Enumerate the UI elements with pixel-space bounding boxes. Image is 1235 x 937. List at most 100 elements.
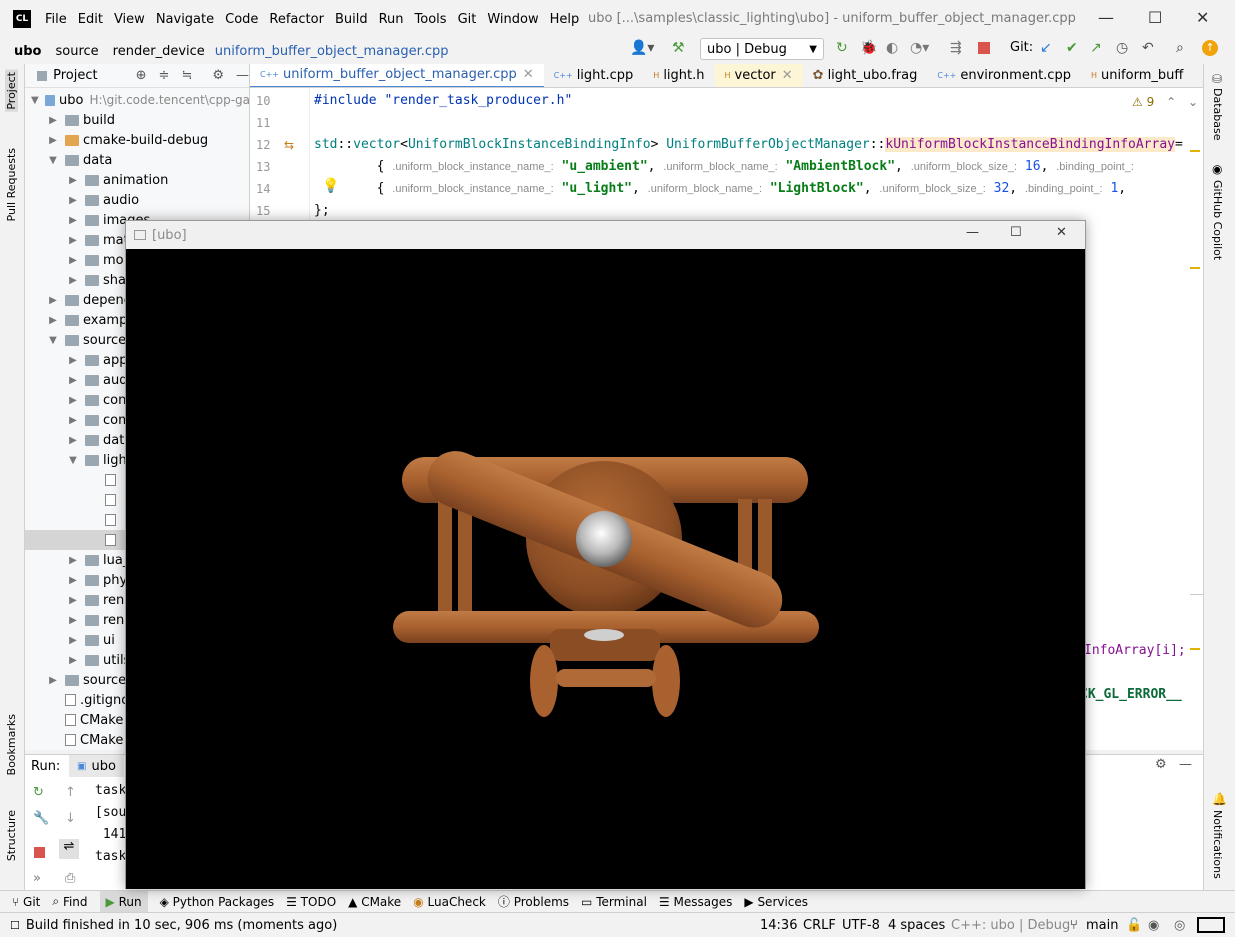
menu-refactor[interactable]: Refactor: [269, 12, 324, 27]
chevron-right-icon[interactable]: ▶: [65, 255, 81, 266]
git-push-icon[interactable]: ↗: [1090, 40, 1102, 56]
locate-icon[interactable]: ⊕: [136, 68, 147, 83]
tab-vector[interactable]: Hvector ✕: [714, 64, 803, 87]
chevron-down-icon[interactable]: ▼: [45, 335, 61, 346]
debug-icon[interactable]: 🐞: [860, 40, 877, 56]
git-update-icon[interactable]: ↙: [1040, 40, 1052, 56]
chevron-right-icon[interactable]: ▶: [65, 375, 81, 386]
breadcrumb-source[interactable]: source: [56, 44, 99, 59]
wrench-icon[interactable]: 🔧: [33, 811, 49, 826]
tool-pull-requests[interactable]: Pull Requests: [5, 148, 18, 221]
menu-git[interactable]: Git: [458, 12, 477, 27]
attach-icon[interactable]: ⇶: [950, 40, 962, 56]
hide-icon[interactable]: —: [1179, 757, 1192, 772]
chevron-right-icon[interactable]: ▶: [65, 175, 81, 186]
menu-help[interactable]: Help: [550, 12, 580, 27]
lock-icon[interactable]: 🔓: [1126, 918, 1142, 933]
tool-python-packages[interactable]: ◈ Python Packages: [160, 895, 274, 909]
app-window-titlebar[interactable]: [ubo] — ☐ ✕: [126, 221, 1085, 249]
gear-icon[interactable]: ⚙: [212, 68, 224, 83]
code-member[interactable]: kUniformBlockInstanceBindingInfoArray: [885, 137, 1175, 152]
chevron-right-icon[interactable]: ▶: [65, 275, 81, 286]
menu-view[interactable]: View: [114, 12, 145, 27]
code-number[interactable]: 16: [1025, 159, 1041, 174]
tab-uniform-buffer-object-manager-cpp[interactable]: C++ uniform_buffer_object_manager.cpp ✕: [250, 64, 544, 87]
indent-setting[interactable]: 4 spaces: [888, 918, 945, 933]
tool-cmake[interactable]: ▲ CMake: [348, 895, 401, 909]
code-string[interactable]: "u_light": [562, 181, 632, 196]
code-type[interactable]: UniformBlockInstanceBindingInfo: [408, 137, 651, 152]
tab-uniform-buff[interactable]: Huniform_buff: [1081, 64, 1193, 87]
build-hammer-icon[interactable]: ⚒: [672, 40, 685, 56]
code-include[interactable]: #include "render_task_producer.h": [314, 93, 572, 108]
tool-bookmarks[interactable]: Bookmarks: [5, 714, 18, 775]
app-window-ubo[interactable]: [ubo] — ☐ ✕: [125, 220, 1086, 889]
tree-item[interactable]: ▶ audio: [25, 190, 249, 210]
rerun-icon[interactable]: ↻: [836, 40, 848, 56]
project-panel-title[interactable]: Project: [53, 68, 97, 83]
override-icon[interactable]: ⇆: [284, 138, 294, 152]
close-icon[interactable]: ✕: [523, 64, 534, 87]
tool-project[interactable]: Project: [5, 70, 18, 112]
rollback-icon[interactable]: ↶: [1142, 40, 1154, 56]
run-config-select[interactable]: ubo | Debug ▼: [700, 38, 824, 60]
code-fragment[interactable]: InfoArray[i];: [1084, 643, 1186, 658]
chevron-right-icon[interactable]: ▶: [65, 355, 81, 366]
chevron-right-icon[interactable]: ▶: [65, 655, 81, 666]
code-number[interactable]: 32: [994, 181, 1010, 196]
code-number[interactable]: 1: [1110, 181, 1118, 196]
chevron-right-icon[interactable]: ▶: [65, 415, 81, 426]
chevron-right-icon[interactable]: ▶: [45, 115, 61, 126]
warning-counter[interactable]: ⚠ 9 ⌃ ⌄: [1132, 95, 1198, 109]
menu-edit[interactable]: Edit: [78, 12, 103, 27]
tab-light-h[interactable]: Hlight.h: [643, 64, 714, 87]
code-string[interactable]: "LightBlock": [770, 181, 864, 196]
chevron-right-icon[interactable]: ▶: [65, 215, 81, 226]
line-ending[interactable]: CRLF: [803, 918, 836, 933]
tool-structure[interactable]: Structure: [5, 810, 18, 861]
copilot-status-icon[interactable]: ◉: [1148, 918, 1159, 933]
chevron-right-icon[interactable]: ▶: [65, 395, 81, 406]
stop-icon[interactable]: [978, 42, 990, 54]
git-branch[interactable]: main: [1086, 918, 1118, 933]
tab-light-cpp[interactable]: C++ light.cpp: [544, 64, 644, 87]
close-icon[interactable]: ✕: [1196, 8, 1209, 27]
stop-icon[interactable]: [34, 847, 45, 858]
tree-item[interactable]: ▶ animation: [25, 170, 249, 190]
chevron-right-icon[interactable]: ▶: [45, 675, 61, 686]
menu-navigate[interactable]: Navigate: [156, 12, 214, 27]
menu-file[interactable]: File: [45, 12, 67, 27]
resolve-context[interactable]: C++: ubo | Debug: [951, 918, 1070, 933]
menu-code[interactable]: Code: [225, 12, 258, 27]
rerun-icon[interactable]: ↻: [33, 785, 44, 800]
tab-environment-cpp[interactable]: C++ environment.cpp: [927, 64, 1081, 87]
chevron-up-icon[interactable]: ⌃: [1166, 95, 1176, 109]
arrow-down-icon[interactable]: ↓: [65, 811, 76, 826]
close-icon[interactable]: ✕: [782, 64, 793, 87]
tool-problems[interactable]: ⓘ Problems: [498, 893, 569, 910]
tool-luacheck[interactable]: ◉ LuaCheck: [413, 895, 486, 909]
code-std[interactable]: std: [314, 137, 337, 152]
tool-git[interactable]: ⑂ Git: [12, 895, 40, 909]
minimize-icon[interactable]: —: [966, 225, 979, 240]
tool-run[interactable]: ▶ Run: [99, 890, 148, 913]
chevron-right-icon[interactable]: ▶: [65, 555, 81, 566]
soft-wrap-icon[interactable]: ⇌: [59, 839, 79, 859]
tree-item[interactable]: ▼ data: [25, 150, 249, 170]
status-message[interactable]: Build finished in 10 sec, 906 ms (moment…: [26, 918, 337, 933]
chevron-right-icon[interactable]: ▶: [65, 195, 81, 206]
history-icon[interactable]: ◷: [1116, 40, 1128, 56]
breadcrumb-project[interactable]: ubo: [14, 44, 42, 59]
ai-icon[interactable]: [1197, 917, 1225, 933]
tool-services[interactable]: ▶ Services: [744, 895, 808, 909]
chevron-right-icon[interactable]: ▶: [65, 435, 81, 446]
memory-icon[interactable]: ◎: [1174, 918, 1185, 933]
menu-tools[interactable]: Tools: [415, 12, 447, 27]
tool-notifications[interactable]: Notifications: [1211, 810, 1224, 879]
maximize-icon[interactable]: ☐: [1148, 8, 1162, 27]
file-encoding[interactable]: UTF-8: [842, 918, 880, 933]
more-icon[interactable]: »: [33, 871, 41, 886]
tool-terminal[interactable]: ▭ Terminal: [581, 895, 647, 909]
chevron-right-icon[interactable]: ▶: [45, 315, 61, 326]
tree-item[interactable]: ▶ cmake-build-debug: [25, 130, 249, 150]
